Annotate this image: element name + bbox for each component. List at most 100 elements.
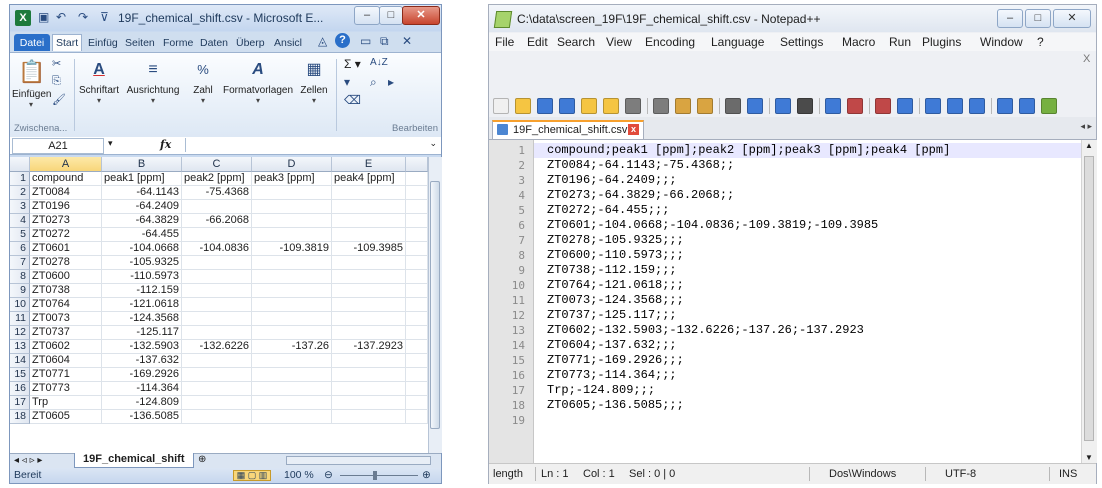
close-button[interactable]: ✕ <box>402 6 440 25</box>
header-cell[interactable]: peak3 [ppm] <box>252 172 332 186</box>
font-button[interactable]: A Schriftart ▾ <box>76 57 122 119</box>
close-button[interactable]: ✕ <box>1053 9 1091 28</box>
tab-close-icon[interactable]: x <box>628 124 639 135</box>
row-header[interactable]: 4 <box>10 214 30 228</box>
table-cell[interactable]: -104.0836 <box>182 242 252 256</box>
table-cell[interactable]: -64.455 <box>102 228 182 242</box>
sheet-tab[interactable]: 19F_chemical_shift <box>74 453 194 468</box>
row-header[interactable]: 6 <box>10 242 30 256</box>
table-cell[interactable] <box>182 382 252 396</box>
table-cell[interactable] <box>406 312 428 326</box>
word-wrap-icon[interactable] <box>925 98 941 114</box>
undo-icon[interactable]: ↶ <box>56 10 66 24</box>
table-cell[interactable] <box>252 284 332 298</box>
table-cell[interactable] <box>406 382 428 396</box>
find-icon[interactable] <box>775 98 791 114</box>
table-cell[interactable] <box>332 382 406 396</box>
tab-formeln[interactable]: Forme <box>159 34 197 51</box>
table-cell[interactable] <box>332 326 406 340</box>
table-cell[interactable] <box>406 172 428 186</box>
header-cell[interactable]: peak4 [ppm] <box>332 172 406 186</box>
code-line[interactable]: compound;peak1 [ppm];peak2 [ppm];peak3 [… <box>547 143 950 158</box>
close-all-icon[interactable] <box>603 98 619 114</box>
insert-function-icon[interactable]: fx <box>160 138 171 151</box>
zoom-slider-thumb[interactable] <box>373 471 377 480</box>
table-cell[interactable] <box>252 228 332 242</box>
code-line[interactable]: ZT0604;-137.632;;; <box>547 338 677 353</box>
number-button[interactable]: % Zahl ▾ <box>186 57 220 119</box>
sync-horizontal-icon[interactable] <box>897 98 913 114</box>
row-header[interactable]: 8 <box>10 270 30 284</box>
table-cell[interactable] <box>252 396 332 410</box>
table-cell[interactable]: -75.4368 <box>182 186 252 200</box>
scrollbar-thumb[interactable] <box>430 181 440 429</box>
table-cell[interactable]: -109.3985 <box>332 242 406 256</box>
sync-vertical-icon[interactable] <box>875 98 891 114</box>
row-header[interactable]: 3 <box>10 200 30 214</box>
table-cell[interactable]: -66.2068 <box>182 214 252 228</box>
table-cell[interactable] <box>406 228 428 242</box>
spreadsheet-grid[interactable]: A B C D E 1 compound peak1 [ppm] peak2 [ppm] peak… <box>10 157 428 453</box>
code-line[interactable]: ZT0771;-169.2926;;; <box>547 353 684 368</box>
maximize-button[interactable]: □ <box>1025 9 1051 28</box>
table-cell[interactable] <box>406 200 428 214</box>
table-cell[interactable] <box>406 368 428 382</box>
workbook-close-icon[interactable]: ✕ <box>402 34 412 48</box>
table-cell[interactable]: -121.0618 <box>102 298 182 312</box>
tab-einfuegen[interactable]: Einfüg <box>84 34 122 51</box>
table-cell[interactable] <box>252 354 332 368</box>
table-cell[interactable]: ZT0073 <box>30 312 102 326</box>
table-cell[interactable] <box>332 284 406 298</box>
chevron-down-icon[interactable]: ▾ <box>108 138 113 149</box>
table-cell[interactable]: -109.3819 <box>252 242 332 256</box>
menu-settings[interactable]: Settings <box>780 35 823 49</box>
menu-encoding[interactable]: Encoding <box>645 35 695 49</box>
table-cell[interactable]: -137.632 <box>102 354 182 368</box>
table-cell[interactable] <box>332 186 406 200</box>
workbook-minimize-icon[interactable]: ▭ <box>360 34 371 48</box>
customize-quick-access-icon[interactable]: ⊽ <box>100 10 109 24</box>
row-header[interactable]: 11 <box>10 312 30 326</box>
minimize-button[interactable]: – <box>997 9 1023 28</box>
row-header[interactable]: 18 <box>10 410 30 424</box>
table-cell[interactable]: ZT0605 <box>30 410 102 424</box>
table-cell[interactable] <box>252 326 332 340</box>
row-header[interactable]: 10 <box>10 298 30 312</box>
tab-ueberpruefen[interactable]: Überp <box>232 34 269 51</box>
autosum-icon[interactable]: Σ ▾ <box>344 57 361 71</box>
save-all-icon[interactable] <box>559 98 575 114</box>
table-cell[interactable]: ZT0278 <box>30 256 102 270</box>
code-line[interactable]: ZT0764;-121.0618;;; <box>547 278 684 293</box>
table-cell[interactable] <box>252 186 332 200</box>
clear-icon[interactable]: ⌫ <box>344 93 361 107</box>
table-cell[interactable] <box>252 270 332 284</box>
table-cell[interactable]: Trp <box>30 396 102 410</box>
table-cell[interactable] <box>406 340 428 354</box>
scroll-down-icon[interactable]: ▼ <box>1085 453 1093 462</box>
table-cell[interactable] <box>182 228 252 242</box>
tab-ansicht[interactable]: Ansicl <box>270 34 306 51</box>
table-cell[interactable]: -169.2926 <box>102 368 182 382</box>
table-cell[interactable]: ZT0272 <box>30 228 102 242</box>
code-line[interactable]: ZT0737;-125.117;;; <box>547 308 677 323</box>
code-line[interactable]: ZT0278;-105.9325;;; <box>547 233 684 248</box>
menu-view[interactable]: View <box>606 35 632 49</box>
show-all-chars-icon[interactable] <box>947 98 963 114</box>
code-line[interactable]: ZT0601;-104.0668;-104.0836;-109.3819;-10… <box>547 218 878 233</box>
tab-start[interactable]: Start <box>52 34 83 51</box>
table-cell[interactable] <box>406 284 428 298</box>
formula-input[interactable] <box>185 138 434 152</box>
table-cell[interactable] <box>406 270 428 284</box>
doc-map-icon[interactable] <box>997 98 1013 114</box>
redo-icon[interactable]: ↷ <box>78 10 88 24</box>
save-icon[interactable]: ▣ <box>38 10 49 24</box>
row-header[interactable]: 13 <box>10 340 30 354</box>
code-line[interactable]: ZT0602;-132.5903;-132.6226;-137.26;-137.… <box>547 323 864 338</box>
code-line[interactable]: ZT0600;-110.5973;;; <box>547 248 684 263</box>
table-cell[interactable] <box>332 354 406 368</box>
table-cell[interactable] <box>332 410 406 424</box>
close-document-icon[interactable]: X <box>1083 53 1090 65</box>
code-line[interactable]: ZT0738;-112.159;;; <box>547 263 677 278</box>
tab-scroll-arrows[interactable]: ◂ ▸ <box>1080 121 1092 132</box>
table-cell[interactable]: ZT0084 <box>30 186 102 200</box>
